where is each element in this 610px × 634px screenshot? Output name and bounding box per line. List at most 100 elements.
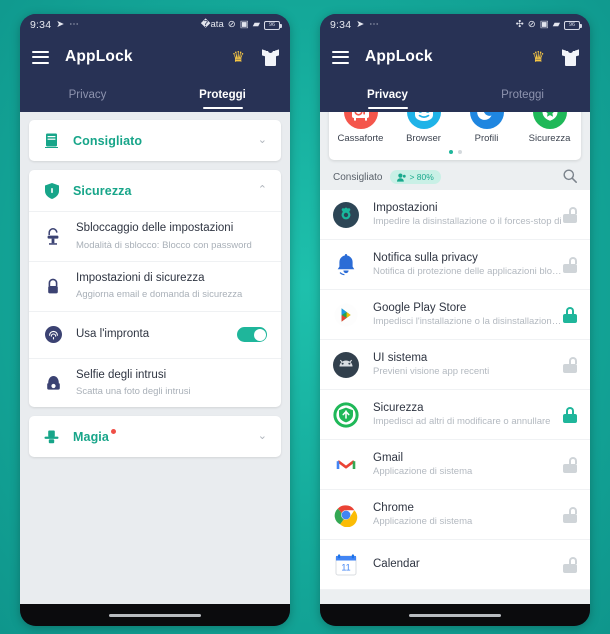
lock-toggle-icon[interactable] bbox=[563, 506, 577, 523]
status-time: 9:34 bbox=[30, 19, 52, 31]
app-name: Impostazioni bbox=[373, 202, 438, 214]
app-bar-right: AppLock ♛ bbox=[320, 36, 590, 78]
table-row[interactable]: Google Play Store Impedisci l'installazi… bbox=[320, 290, 590, 340]
play-store-icon bbox=[333, 302, 359, 328]
app-desc: Impedire la disinstallazione o il forces… bbox=[373, 216, 562, 227]
carousel-items: Cassaforte Browser Profili Sicurezza bbox=[329, 112, 581, 144]
carousel-dot-1[interactable] bbox=[448, 150, 453, 154]
section-magia: Magia ⌄ bbox=[29, 416, 281, 458]
calendar-icon: 11 bbox=[333, 552, 359, 578]
page-title: AppLock bbox=[365, 48, 433, 65]
list-header: Consigliato > 80% bbox=[320, 164, 590, 190]
book-icon bbox=[43, 133, 60, 148]
tab-privacy[interactable]: Privacy bbox=[20, 78, 155, 112]
section-sicurezza: Sicurezza ⌃ Sbloccaggio delle impostazio… bbox=[29, 170, 281, 408]
crown-icon[interactable]: ♛ bbox=[232, 50, 245, 65]
row-usa-impronta[interactable]: Usa l'impronta bbox=[29, 310, 281, 358]
row-text: Impostazioni di sicurezza Aggiorna email… bbox=[76, 271, 267, 302]
status-bar-left-group: 9:34 ➤ ⋯ bbox=[330, 19, 379, 31]
tab-proteggi[interactable]: Proteggi bbox=[155, 78, 290, 112]
tab-bar-right: Privacy Proteggi bbox=[320, 78, 590, 112]
carousel-item-cassaforte[interactable]: Cassaforte bbox=[329, 112, 392, 144]
lock-toggle-icon[interactable] bbox=[563, 406, 577, 423]
row-text: Notifica sulla privacy Notifica di prote… bbox=[373, 252, 563, 277]
vibrate-icon: ▣ bbox=[539, 19, 549, 31]
row-impostazioni-sicurezza[interactable]: Impostazioni di sicurezza Aggiorna email… bbox=[29, 260, 281, 311]
tab-proteggi[interactable]: Proteggi bbox=[455, 78, 590, 112]
lock-toggle-icon[interactable] bbox=[563, 356, 577, 373]
app-name: UI sistema bbox=[373, 352, 428, 364]
row-title: Impostazioni di sicurezza bbox=[76, 271, 205, 284]
row-subtitle: Modalità di sblocco: Blocco con password bbox=[76, 239, 252, 251]
chevron-down-icon[interactable]: ⌄ bbox=[258, 135, 267, 146]
tshirt-icon[interactable] bbox=[262, 48, 279, 66]
android-system-ui-icon bbox=[333, 351, 359, 378]
section-header-consigliato[interactable]: Consigliato ⌄ bbox=[29, 120, 281, 161]
status-time: 9:34 bbox=[330, 19, 352, 31]
bluetooth-icon: �ata bbox=[200, 19, 224, 31]
row-text: Usa l'impronta bbox=[76, 327, 237, 343]
app-desc: Impedisci ad altri di modificare o annul… bbox=[373, 416, 551, 427]
tshirt-icon[interactable] bbox=[562, 48, 579, 66]
lock-settings-icon bbox=[43, 278, 63, 295]
right-content: Cassaforte Browser Profili Sicurezza Con… bbox=[320, 112, 590, 604]
hamburger-menu-icon[interactable] bbox=[32, 50, 49, 64]
battery-icon: 96 bbox=[564, 20, 582, 30]
lock-toggle-icon[interactable] bbox=[563, 206, 577, 223]
section-header-sicurezza[interactable]: Sicurezza ⌃ bbox=[29, 170, 281, 211]
row-text: Sbloccaggio delle impostazioni Modalità … bbox=[76, 221, 267, 252]
section-title: Sicurezza bbox=[73, 183, 132, 198]
table-row[interactable]: Chrome Applicazione di sistema bbox=[320, 490, 590, 540]
app-lock-list: Impostazioni Impedire la disinstallazion… bbox=[320, 190, 590, 590]
row-sblocco-impostazioni[interactable]: Sbloccaggio delle impostazioni Modalità … bbox=[29, 211, 281, 261]
carousel-item-browser[interactable]: Browser bbox=[392, 112, 455, 144]
row-title: Usa l'impronta bbox=[76, 327, 150, 340]
lock-toggle-icon[interactable] bbox=[563, 556, 577, 573]
section-title: Magia bbox=[73, 428, 116, 444]
fingerprint-toggle[interactable] bbox=[237, 327, 267, 343]
carousel-item-sicurezza[interactable]: Sicurezza bbox=[518, 112, 581, 144]
section-header-magia[interactable]: Magia ⌄ bbox=[29, 416, 281, 457]
hamburger-menu-icon[interactable] bbox=[332, 50, 349, 64]
app-name: Calendar bbox=[373, 557, 420, 570]
table-row[interactable]: Notifica sulla privacy Notifica di prote… bbox=[320, 240, 590, 290]
section-consigliato: Consigliato ⌄ bbox=[29, 120, 281, 161]
bell-icon bbox=[333, 252, 359, 278]
carousel-label: Profili bbox=[474, 133, 499, 144]
app-desc: Impedisci l'installazione o la disinstal… bbox=[373, 316, 563, 327]
dnd-icon: ⊘ bbox=[527, 19, 536, 31]
table-row[interactable]: Impostazioni Impedire la disinstallazion… bbox=[320, 190, 590, 240]
tab-bar-left: Privacy Proteggi bbox=[20, 78, 290, 112]
table-row[interactable]: 11 Calendar bbox=[320, 540, 590, 590]
chevron-down-icon[interactable]: ⌄ bbox=[258, 431, 267, 442]
carousel-dot-2[interactable] bbox=[457, 150, 462, 154]
crown-icon[interactable]: ♛ bbox=[532, 50, 545, 65]
row-selfie-intrusi[interactable]: Selfie degli intrusi Scatta una foto deg… bbox=[29, 357, 281, 408]
app-name: Google Play Store bbox=[373, 302, 467, 314]
page-title: AppLock bbox=[65, 48, 133, 65]
chevron-up-icon[interactable]: ⌃ bbox=[258, 185, 267, 196]
row-text: Chrome Applicazione di sistema bbox=[373, 502, 563, 527]
status-bar-left: 9:34 ➤ ⋯ �ata ⊘ ▣ ▰ 96 bbox=[20, 14, 290, 36]
table-row[interactable]: Gmail Applicazione di sistema bbox=[320, 440, 590, 490]
search-icon[interactable] bbox=[563, 169, 577, 185]
home-gesture-handle[interactable] bbox=[109, 613, 201, 617]
table-row[interactable]: Sicurezza Impedisci ad altri di modifica… bbox=[320, 390, 590, 440]
battery-icon: 96 bbox=[264, 20, 282, 30]
lock-toggle-icon[interactable] bbox=[563, 306, 577, 323]
app-name: Sicurezza bbox=[373, 402, 424, 414]
row-title: Sbloccaggio delle impostazioni bbox=[76, 222, 234, 234]
right-phone: 9:34 ➤ ⋯ ✣ ⊘ ▣ ▰ 96 AppLock ♛ Privacy Pr… bbox=[320, 14, 590, 626]
lock-toggle-icon[interactable] bbox=[563, 256, 577, 273]
people-icon bbox=[397, 173, 407, 182]
tab-privacy[interactable]: Privacy bbox=[320, 78, 455, 112]
lock-toggle-icon[interactable] bbox=[563, 456, 577, 473]
table-row[interactable]: UI sistema Previeni visione app recenti bbox=[320, 340, 590, 390]
badge-text: > 80% bbox=[409, 172, 434, 182]
carousel-item-profili[interactable]: Profili bbox=[455, 112, 518, 144]
wifi-icon: ▰ bbox=[552, 19, 560, 31]
settings-gear-icon bbox=[333, 201, 359, 228]
home-gesture-handle[interactable] bbox=[409, 613, 501, 617]
chrome-icon bbox=[333, 502, 359, 528]
row-text: Calendar bbox=[373, 558, 563, 572]
